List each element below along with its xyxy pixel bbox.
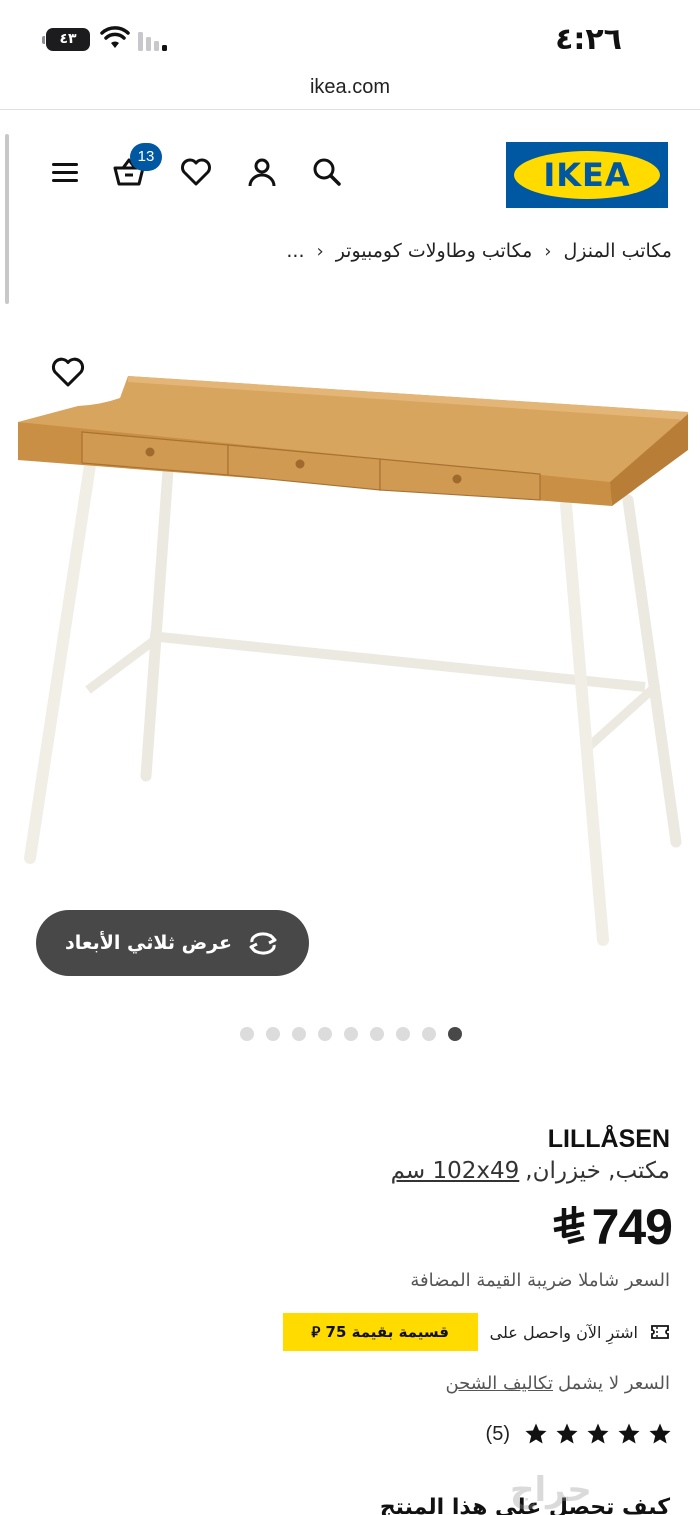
star-icon bbox=[556, 1423, 578, 1444]
view-3d-label: عرض ثلاثي الأبعاد bbox=[65, 932, 232, 954]
gallery-dot[interactable] bbox=[318, 1027, 332, 1041]
user-icon[interactable] bbox=[245, 155, 279, 189]
product-name: LILLÅSEN bbox=[547, 1125, 670, 1153]
search-icon[interactable] bbox=[310, 155, 344, 189]
rotate-3d-icon bbox=[249, 932, 277, 955]
gallery-dot[interactable] bbox=[422, 1027, 436, 1041]
gallery-dot[interactable] bbox=[292, 1027, 306, 1041]
gallery-pagination bbox=[240, 1027, 470, 1043]
coupon-badge[interactable]: قسيمة بقيمة 75 ⃁ bbox=[282, 1313, 478, 1351]
star-icon bbox=[525, 1423, 547, 1444]
product-type: مكتب, خيزران, bbox=[525, 1158, 670, 1184]
wifi-icon bbox=[100, 26, 130, 48]
shipping-costs-link[interactable]: تكاليف الشحن bbox=[445, 1373, 553, 1394]
site-header: 13 IKEA bbox=[0, 110, 700, 230]
status-bar: ٤٣ ٤:٢٦ bbox=[0, 0, 700, 70]
gallery-dot[interactable] bbox=[370, 1027, 384, 1041]
vat-note: السعر شاملا ضريبة القيمة المضافة bbox=[410, 1270, 670, 1291]
battery-icon: ٤٣ bbox=[42, 28, 90, 51]
gallery-dot[interactable] bbox=[266, 1027, 280, 1041]
watermark: حراج bbox=[510, 1470, 592, 1510]
gallery-dot[interactable] bbox=[344, 1027, 358, 1041]
product-dimensions-link[interactable]: 102x49 سم bbox=[391, 1158, 520, 1184]
gallery-dot[interactable] bbox=[396, 1027, 410, 1041]
star-icon bbox=[587, 1423, 609, 1444]
rating-stars bbox=[524, 1422, 672, 1446]
breadcrumb-item[interactable]: مكاتب وطاولات كومبيوتر bbox=[336, 240, 533, 262]
chevron-icon: ‹ bbox=[544, 240, 552, 262]
url-text: ikea.com bbox=[309, 76, 391, 98]
breadcrumb: ... ‹ مكاتب وطاولات كومبيوتر ‹ مكاتب الم… bbox=[286, 240, 672, 262]
cart-count-badge: 13 bbox=[130, 143, 162, 171]
breadcrumb-item[interactable]: مكاتب المنزل bbox=[563, 240, 672, 262]
status-time: ٤:٢٦ bbox=[555, 22, 622, 57]
menu-icon[interactable] bbox=[48, 155, 82, 189]
ikea-logo[interactable]: IKEA bbox=[506, 142, 668, 208]
ticket-icon bbox=[651, 1325, 669, 1339]
product-price: 749 bbox=[550, 1198, 673, 1256]
logo-text: IKEA bbox=[543, 156, 631, 194]
gallery-dot[interactable] bbox=[240, 1027, 254, 1041]
gallery-dot-active[interactable] bbox=[448, 1027, 462, 1041]
product-description: مكتب, خيزران, 102x49 سم bbox=[391, 1158, 670, 1184]
star-icon bbox=[649, 1423, 671, 1444]
heart-icon[interactable] bbox=[179, 155, 213, 189]
view-3d-button[interactable]: عرض ثلاثي الأبعاد bbox=[36, 910, 309, 976]
shipping-text: السعر لا يشمل bbox=[558, 1373, 670, 1394]
address-bar[interactable]: ikea.com bbox=[0, 70, 700, 110]
star-icon bbox=[618, 1423, 640, 1444]
coupon-offer: اشترِ الآن واحصل على قسيمة بقيمة 75 ⃁ bbox=[282, 1313, 670, 1351]
shipping-note: السعر لا يشمل تكاليف الشحن bbox=[445, 1373, 670, 1394]
cellular-signal-icon bbox=[138, 32, 167, 51]
coupon-text: اشترِ الآن واحصل على bbox=[489, 1322, 638, 1342]
product-rating[interactable]: (5) bbox=[486, 1422, 672, 1446]
rating-count: (5) bbox=[485, 1422, 510, 1445]
breadcrumb-ellipsis[interactable]: ... bbox=[286, 240, 304, 262]
battery-level: ٤٣ bbox=[59, 31, 77, 47]
chevron-icon: ‹ bbox=[316, 240, 324, 262]
riyal-currency-icon bbox=[553, 1206, 585, 1244]
add-to-favourites-icon[interactable] bbox=[50, 354, 86, 390]
price-value: 749 bbox=[591, 1199, 673, 1255]
